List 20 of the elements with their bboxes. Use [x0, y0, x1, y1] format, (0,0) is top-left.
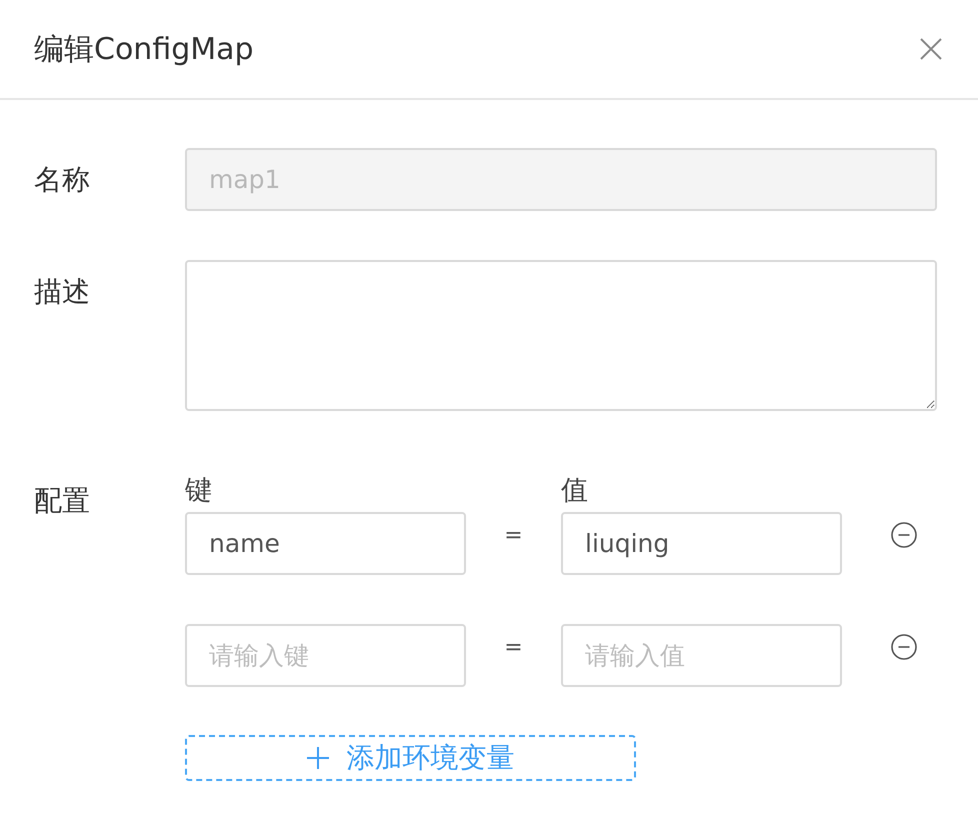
value-field[interactable]: 请输入值 — [561, 624, 842, 687]
column-header: 键 — [185, 476, 213, 506]
minus-circle-icon — [891, 522, 917, 548]
close-button[interactable] — [920, 38, 942, 60]
plus-icon — [306, 747, 328, 769]
key-field[interactable]: 请输入键 — [185, 624, 466, 687]
column-header: 值 — [561, 476, 589, 506]
remove-button[interactable] — [891, 522, 917, 548]
close-icon — [920, 38, 942, 60]
field-label: 名称 — [34, 162, 91, 198]
remove-button[interactable] — [891, 634, 917, 660]
value-field[interactable]: liuqing — [561, 512, 842, 575]
description-field[interactable] — [185, 260, 937, 411]
equals-sign: = — [504, 523, 523, 548]
dialog-title: 编辑ConfigMap — [34, 30, 254, 68]
minus-circle-icon — [891, 634, 917, 660]
field-label: 描述 — [34, 274, 91, 310]
field-label: 配置 — [34, 483, 91, 517]
equals-sign: = — [504, 635, 523, 660]
key-field[interactable]: name — [185, 512, 466, 575]
